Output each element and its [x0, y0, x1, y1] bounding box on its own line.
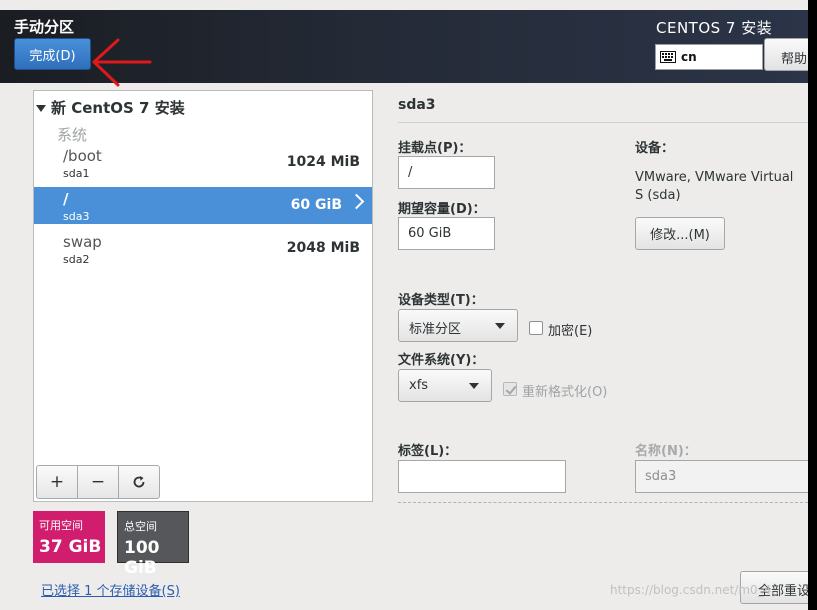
device-type-select[interactable]: 标准分区	[398, 309, 518, 342]
partition-size: 2048 MiB	[286, 240, 360, 256]
refresh-button[interactable]	[118, 465, 160, 499]
dashed-divider	[398, 502, 808, 503]
modify-device-button[interactable]: 修改...(M)	[635, 217, 725, 250]
partition-row-root[interactable]: / sda3 60 GiB	[34, 187, 372, 224]
device-description: VMware, VMware Virtual S (sda)	[635, 170, 794, 203]
encrypt-checkbox[interactable]	[529, 321, 543, 335]
partition-size: 1024 MiB	[286, 154, 360, 170]
encrypt-label: 加密(E)	[548, 324, 593, 339]
partition-mount: /boot	[63, 147, 102, 165]
dropdown-caret-icon	[469, 383, 479, 389]
done-button[interactable]: 完成(D)	[14, 38, 91, 70]
available-space-box: 可用空间 37 GiB	[33, 511, 105, 563]
help-button[interactable]: 帮助	[764, 38, 808, 71]
tag-input[interactable]	[398, 460, 566, 493]
selected-storage-link[interactable]: 已选择 1 个存储设备(S)	[41, 580, 180, 599]
capacity-label: 期望容量(D)：	[398, 202, 486, 217]
header-bar: 手动分区 完成(D) CENTOS 7 安装 cn 帮助	[0, 10, 808, 87]
dropdown-caret-icon	[495, 323, 505, 329]
partition-list-panel: 新 CentOS 7 安装 系统 /boot sda1 1024 MiB / s…	[33, 90, 373, 502]
capacity-input[interactable]: 60 GiB	[398, 217, 495, 250]
device-type-value: 标准分区	[409, 322, 462, 337]
reformat-label: 重新格式化(O)	[522, 385, 608, 400]
watermark-text: https://blog.csdn.net/m0_4...	[610, 583, 783, 597]
total-space-box: 总空间 100 GiB	[117, 511, 189, 578]
partition-mount: /	[63, 190, 69, 208]
partition-actions: + −	[36, 465, 160, 499]
filesystem-label: 文件系统(Y)：	[398, 353, 485, 368]
keyboard-icon	[660, 51, 676, 63]
total-space-label: 总空间	[124, 520, 157, 533]
new-install-title: 新 CentOS 7 安装	[51, 99, 185, 117]
chevron-right-icon	[348, 193, 365, 210]
new-install-heading[interactable]: 新 CentOS 7 安装	[36, 97, 185, 118]
partition-device: sda2	[63, 253, 90, 266]
available-space-label: 可用空间	[39, 519, 83, 532]
filesystem-select[interactable]: xfs	[398, 369, 492, 402]
partition-mount: swap	[63, 233, 102, 251]
partition-row-boot[interactable]: /boot sda1 1024 MiB	[34, 144, 372, 181]
name-label: 名称(N)：	[635, 444, 697, 459]
partition-device: sda1	[63, 167, 90, 180]
product-title: CENTOS 7 安装	[656, 19, 773, 37]
tag-label: 标签(L)：	[398, 444, 458, 459]
red-arrow-annotation-icon	[92, 38, 152, 87]
keyboard-layout-label: cn	[681, 50, 697, 64]
partition-row-swap[interactable]: swap sda2 2048 MiB	[34, 230, 372, 267]
device-label: 设备：	[635, 141, 675, 156]
installer-window: 手动分区 完成(D) CENTOS 7 安装 cn 帮助 新 CentOS 7 …	[0, 0, 808, 610]
filesystem-value: xfs	[409, 378, 429, 393]
expander-triangle-icon	[36, 105, 46, 112]
name-input[interactable]: sda3	[635, 460, 808, 493]
device-type-label: 设备类型(T)：	[398, 293, 484, 308]
mount-point-label: 挂载点(P)：	[398, 141, 472, 156]
detail-divider	[398, 122, 808, 123]
refresh-icon	[133, 476, 145, 488]
page-title: 手动分区	[14, 18, 75, 36]
reformat-checkbox[interactable]	[503, 382, 517, 396]
mount-point-input[interactable]: /	[398, 156, 495, 189]
available-space-value: 37 GiB	[39, 537, 102, 557]
partition-device: sda3	[63, 210, 90, 223]
add-partition-button[interactable]: +	[36, 465, 78, 499]
remove-partition-button[interactable]: −	[77, 465, 119, 499]
keyboard-layout-indicator[interactable]: cn	[655, 44, 763, 70]
total-space-value: 100 GiB	[124, 538, 160, 578]
partition-size: 60 GiB	[290, 197, 342, 213]
detail-title: sda3	[398, 97, 436, 113]
system-group-label: 系统	[57, 126, 88, 144]
